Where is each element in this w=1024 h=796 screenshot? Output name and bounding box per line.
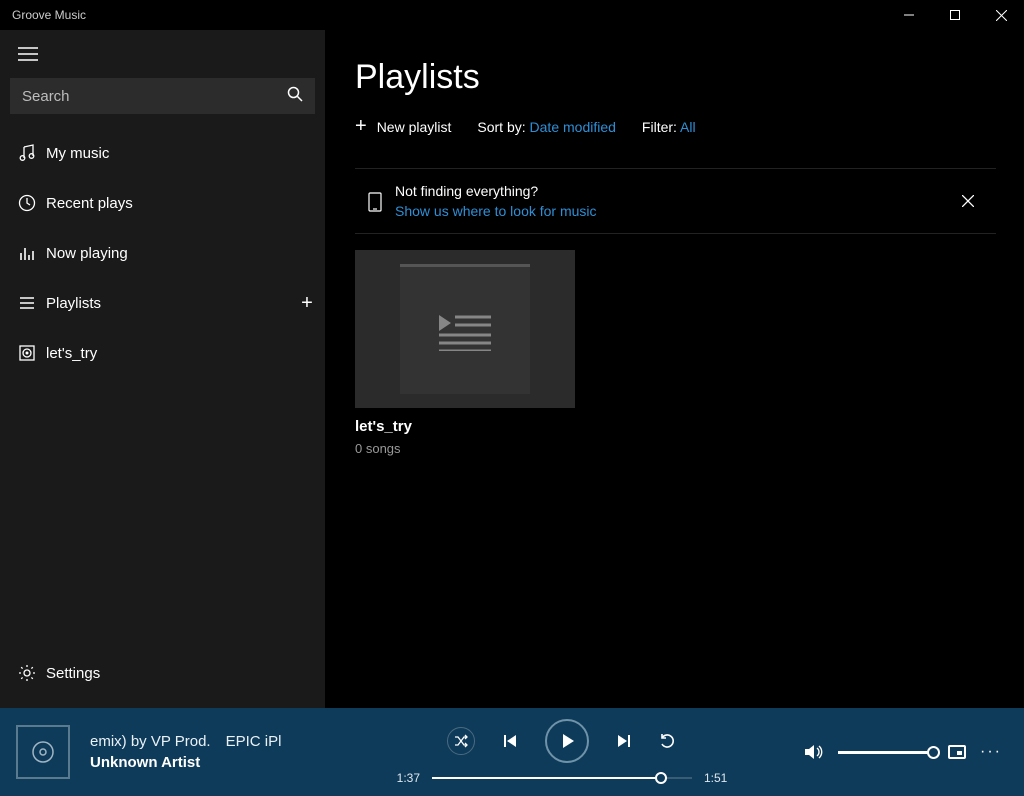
music-icon	[18, 144, 46, 162]
nav-label: let's_try	[46, 345, 325, 362]
info-banner: Not finding everything? Show us where to…	[355, 168, 996, 234]
play-icon	[558, 732, 576, 750]
nav-items: My music Recent plays Now playing	[0, 122, 325, 378]
banner-link[interactable]: Show us where to look for music	[395, 203, 954, 219]
banner-texts: Not finding everything? Show us where to…	[387, 183, 954, 219]
progress-knob[interactable]	[655, 772, 667, 784]
search-icon	[287, 86, 303, 107]
page-title: Playlists	[355, 58, 996, 97]
toolbar: + New playlist Sort by: Date modified Fi…	[355, 115, 996, 138]
nav-item-my-music[interactable]: My music	[0, 128, 325, 178]
close-icon	[996, 10, 1007, 21]
close-button[interactable]	[978, 0, 1024, 30]
volume-slider[interactable]	[838, 751, 934, 754]
close-icon	[962, 195, 974, 207]
repeat-button[interactable]	[659, 732, 677, 750]
more-button[interactable]: ···	[980, 743, 1002, 761]
maximize-button[interactable]	[932, 0, 978, 30]
shuffle-button[interactable]	[447, 727, 475, 755]
nav-label: My music	[46, 145, 325, 162]
new-playlist-label: New playlist	[377, 119, 452, 135]
player-controls	[447, 719, 677, 763]
progress-bar[interactable]	[432, 777, 692, 779]
more-icon: ···	[980, 743, 1002, 761]
plus-icon: +	[355, 115, 367, 138]
new-playlist-button[interactable]: + New playlist	[355, 115, 451, 138]
playlist-art	[400, 264, 530, 394]
settings-label: Settings	[46, 665, 100, 682]
track-title: emix) by VP Prod. EPIC iPl	[90, 733, 320, 750]
equalizer-icon	[18, 244, 46, 262]
window-title: Groove Music	[0, 8, 886, 22]
minimize-icon	[904, 10, 914, 20]
progress-fill	[432, 777, 661, 779]
main-content: Playlists + New playlist Sort by: Date m…	[325, 30, 1024, 708]
playlist-icon	[18, 294, 46, 312]
album-icon	[18, 344, 46, 362]
nav-item-recent-plays[interactable]: Recent plays	[0, 178, 325, 228]
progress-row: 1:37 1:51	[397, 771, 728, 785]
now-playing-art[interactable]	[16, 725, 70, 779]
track-artist: Unknown Artist	[90, 754, 320, 771]
volume-knob[interactable]	[927, 746, 940, 759]
playlist-tile[interactable]: let's_try 0 songs	[355, 250, 996, 456]
body: My music Recent plays Now playing	[0, 30, 1024, 708]
next-button[interactable]	[615, 732, 633, 750]
miniplayer-button[interactable]	[948, 745, 966, 759]
next-icon	[615, 732, 633, 750]
banner-title: Not finding everything?	[395, 183, 954, 199]
album-icon	[29, 738, 57, 766]
player-center: 1:37 1:51	[320, 719, 804, 785]
sort-by-control[interactable]: Sort by: Date modified	[477, 119, 616, 135]
gear-icon	[18, 664, 46, 682]
device-icon	[363, 190, 387, 212]
sort-value: Date modified	[530, 119, 616, 135]
nav-item-now-playing[interactable]: Now playing	[0, 228, 325, 278]
sidebar-spacer	[0, 378, 325, 648]
playlist-art-icon	[437, 311, 493, 351]
now-playing-meta: emix) by VP Prod. EPIC iPl Unknown Artis…	[90, 733, 320, 771]
time-total: 1:51	[704, 771, 727, 785]
previous-icon	[501, 732, 519, 750]
miniplayer-icon	[948, 745, 966, 759]
add-playlist-button[interactable]: +	[289, 292, 325, 315]
maximize-icon	[950, 10, 960, 20]
banner-close-button[interactable]	[954, 195, 982, 207]
player-bar: emix) by VP Prod. EPIC iPl Unknown Artis…	[0, 708, 1024, 796]
time-elapsed: 1:37	[397, 771, 420, 785]
titlebar: Groove Music	[0, 0, 1024, 30]
volume-icon	[804, 743, 824, 761]
playlist-song-count: 0 songs	[355, 441, 996, 456]
play-button[interactable]	[545, 719, 589, 763]
playlist-grid: let's_try 0 songs	[355, 250, 996, 456]
previous-button[interactable]	[501, 732, 519, 750]
nav-item-playlist-lets-try[interactable]: let's_try	[0, 328, 325, 378]
filter-control[interactable]: Filter: All	[642, 119, 696, 135]
sort-label: Sort by:	[477, 119, 525, 135]
minimize-button[interactable]	[886, 0, 932, 30]
window-buttons	[886, 0, 1024, 30]
hamburger-button[interactable]	[0, 30, 325, 78]
sidebar: My music Recent plays Now playing	[0, 30, 325, 708]
nav-item-playlists[interactable]: Playlists +	[0, 278, 325, 328]
nav-label: Now playing	[46, 245, 325, 262]
nav-label: Recent plays	[46, 195, 325, 212]
filter-value: All	[680, 119, 696, 135]
player-right: ···	[804, 743, 1024, 761]
filter-label: Filter:	[642, 119, 677, 135]
volume-button[interactable]	[804, 743, 824, 761]
nav-label: Playlists	[46, 295, 289, 312]
nav-item-settings[interactable]: Settings	[0, 648, 325, 698]
repeat-icon	[659, 732, 677, 750]
app-window: Groove Music	[0, 0, 1024, 796]
shuffle-icon	[454, 734, 468, 748]
playlist-name: let's_try	[355, 418, 996, 435]
search-input[interactable]	[22, 88, 287, 105]
search-box[interactable]	[10, 78, 315, 114]
hamburger-icon	[18, 44, 38, 64]
clock-icon	[18, 194, 46, 212]
